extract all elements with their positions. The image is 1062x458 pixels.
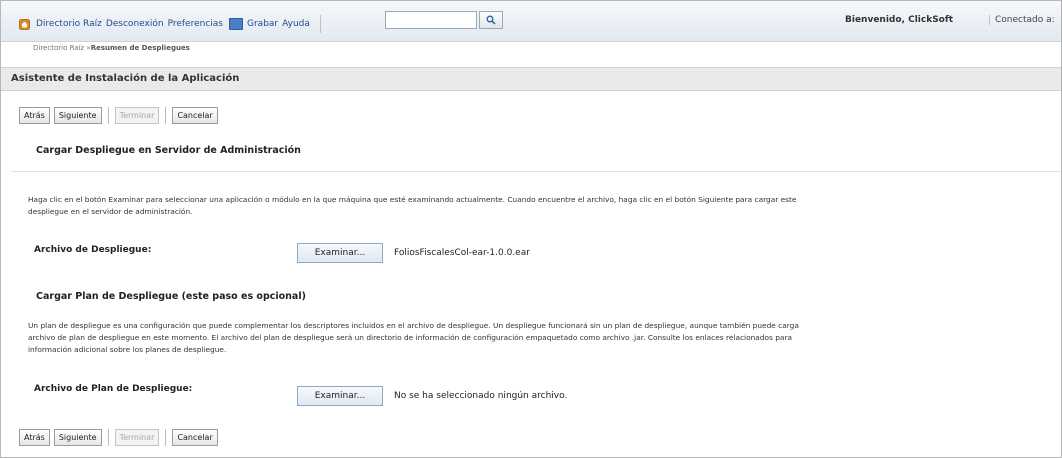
section-divider <box>11 171 1061 172</box>
back-button[interactable]: Atrás <box>19 107 50 124</box>
upload-plan-description-line3: información adicional sobre los planes d… <box>28 345 227 354</box>
top-nav: Directorio Raíz Desconexión Preferencias… <box>19 15 327 33</box>
cancel-button[interactable]: Cancelar <box>172 429 218 446</box>
breadcrumb: Directorio Raíz »Resumen de Despliegues <box>33 44 190 52</box>
nav-home-link[interactable]: Directorio Raíz <box>36 19 102 29</box>
search-input[interactable] <box>385 11 477 29</box>
welcome-text: Bienvenido, ClickSoft <box>845 15 954 25</box>
upload-deployment-description-line1: Haga clic en el botón Examinar para sele… <box>28 195 797 204</box>
wizard-header: Asistente de Instalación de la Aplicació… <box>1 67 1061 91</box>
deployment-file-name: FoliosFiscalesCol-ear-1.0.0.ear <box>394 248 530 258</box>
search-button[interactable] <box>479 11 503 29</box>
nav-preferences-link[interactable]: Preferencias <box>168 19 223 29</box>
finish-button[interactable]: Terminar <box>114 429 160 446</box>
breadcrumb-root-link[interactable]: Directorio Raíz <box>33 44 84 52</box>
plan-file-name: No se ha seleccionado ningún archivo. <box>394 391 568 401</box>
plan-file-label: Archivo de Plan de Despliegue: <box>34 384 193 394</box>
next-button[interactable]: Siguiente <box>53 429 102 446</box>
upload-deployment-description-line2: despliegue en el servidor de administrac… <box>28 207 193 216</box>
nav-help-link[interactable]: Ayuda <box>282 19 310 29</box>
upload-plan-description-line2: archivo de plan de despliegue en este mo… <box>28 333 793 342</box>
connected-text: Conectado a: <box>989 15 1055 25</box>
record-icon[interactable] <box>228 18 243 30</box>
breadcrumb-current: Resumen de Despliegues <box>90 44 190 52</box>
console-window: Directorio Raíz Desconexión Preferencias… <box>0 0 1062 458</box>
finish-button[interactable]: Terminar <box>114 107 160 124</box>
button-divider <box>165 107 167 124</box>
button-divider <box>165 429 167 446</box>
wizard-buttons-top: Atrás Siguiente Terminar Cancelar <box>19 107 218 124</box>
button-divider <box>107 429 109 446</box>
plan-file-browse-button[interactable]: Examinar... <box>297 386 383 406</box>
nav-logout-link[interactable]: Desconexión <box>106 19 164 29</box>
deployment-file-browse-button[interactable]: Examinar... <box>297 243 383 263</box>
deployment-file-label: Archivo de Despliegue: <box>34 245 152 255</box>
button-divider <box>107 107 109 124</box>
search-icon <box>486 15 496 25</box>
nav-record-link[interactable]: Grabar <box>247 19 278 29</box>
cancel-button[interactable]: Cancelar <box>172 107 218 124</box>
toolbar-divider <box>319 15 321 33</box>
home-icon[interactable] <box>19 18 30 30</box>
top-toolbar: Directorio Raíz Desconexión Preferencias… <box>1 1 1061 42</box>
next-button[interactable]: Siguiente <box>53 107 102 124</box>
upload-deployment-heading: Cargar Despliegue en Servidor de Adminis… <box>36 145 301 156</box>
upload-plan-description-line1: Un plan de despliegue es una configuraci… <box>28 321 799 330</box>
upload-plan-heading: Cargar Plan de Despliegue (este paso es … <box>36 291 306 302</box>
back-button[interactable]: Atrás <box>19 429 50 446</box>
wizard-title: Asistente de Instalación de la Aplicació… <box>11 73 240 84</box>
wizard-buttons-bottom: Atrás Siguiente Terminar Cancelar <box>19 429 218 446</box>
